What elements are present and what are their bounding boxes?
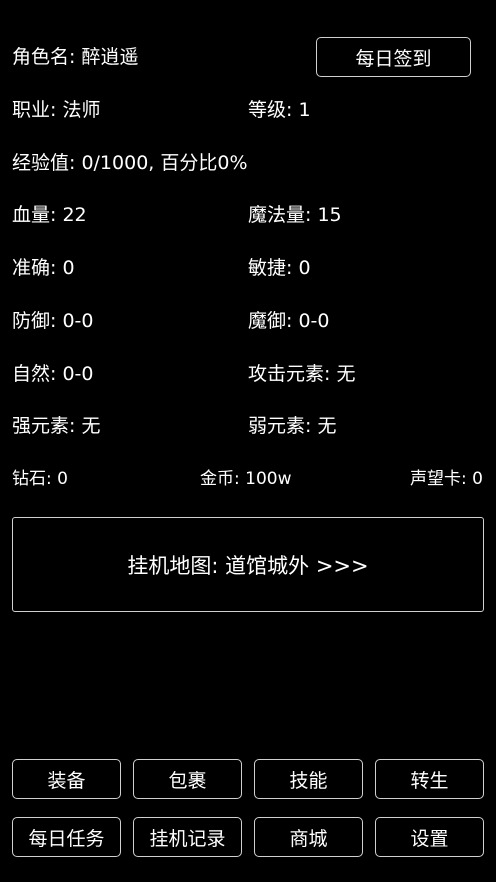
settings-button[interactable]: 设置	[375, 817, 484, 857]
diamond-label: 钻石: 0	[12, 469, 68, 489]
gold-label: 金币: 100w	[200, 469, 292, 489]
idle-log-button[interactable]: 挂机记录	[133, 817, 242, 857]
nature-label: 自然: 0-0	[12, 363, 94, 385]
daily-tasks-button[interactable]: 每日任务	[12, 817, 121, 857]
attack-element-label: 攻击元素: 无	[248, 363, 356, 385]
equipment-button[interactable]: 装备	[12, 759, 121, 799]
reputation-card-label: 声望卡: 0	[410, 469, 483, 489]
accuracy-label: 准确: 0	[12, 257, 75, 279]
defense-label: 防御: 0-0	[12, 310, 94, 332]
hp-label: 血量: 22	[12, 204, 87, 226]
skills-button[interactable]: 技能	[254, 759, 363, 799]
mp-label: 魔法量: 15	[248, 204, 342, 226]
character-name: 角色名: 醉逍遥	[12, 46, 139, 68]
rebirth-button[interactable]: 转生	[375, 759, 484, 799]
shop-button[interactable]: 商城	[254, 817, 363, 857]
idle-map-button[interactable]: 挂机地图: 道馆城外 >>>	[12, 517, 484, 612]
daily-checkin-button[interactable]: 每日签到	[316, 37, 471, 77]
weak-element-label: 弱元素: 无	[248, 415, 337, 437]
strong-element-label: 强元素: 无	[12, 415, 101, 437]
job-label: 职业: 法师	[12, 99, 101, 121]
magic-defense-label: 魔御: 0-0	[248, 310, 330, 332]
level-label: 等级: 1	[248, 99, 311, 121]
bag-button[interactable]: 包裹	[133, 759, 242, 799]
agility-label: 敏捷: 0	[248, 257, 311, 279]
exp-label: 经验值: 0/1000, 百分比0%	[12, 152, 248, 174]
